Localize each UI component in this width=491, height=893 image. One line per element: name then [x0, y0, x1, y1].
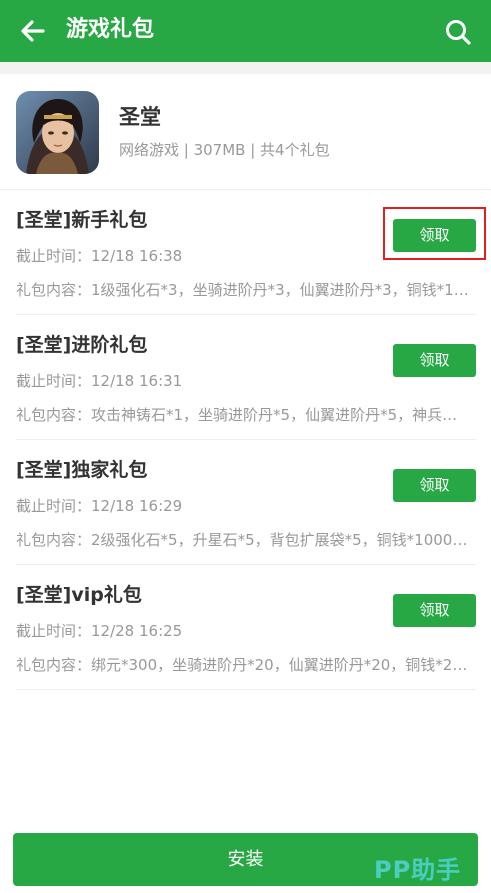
gift-content: 礼包内容：1级强化石*3，坐骑进阶丹*3，仙翼进阶丹*3，铜钱*10000: [16, 281, 470, 299]
gift-content: 礼包内容：2级强化石*5，升星石*5，背包扩展袋*5，铜钱*100000: [16, 531, 470, 549]
game-character-icon: [16, 91, 99, 174]
top-bar: 游戏礼包: [0, 0, 491, 62]
gift-item: [圣堂]进阶礼包 截止时间：12/18 16:31 礼包内容：攻击神铸石*1，坐…: [0, 315, 491, 440]
section-gap: [0, 62, 491, 74]
watermark: PP助手: [374, 856, 462, 884]
gift-title: [圣堂]进阶礼包: [16, 334, 148, 356]
gift-title: [圣堂]vip礼包: [16, 584, 142, 606]
back-arrow-icon: [21, 20, 45, 42]
page-title: 游戏礼包: [66, 17, 155, 42]
claim-button[interactable]: 领取: [393, 469, 476, 502]
gift-item: [圣堂]独家礼包 截止时间：12/18 16:29 礼包内容：2级强化石*5，升…: [0, 440, 491, 565]
search-icon: [446, 20, 471, 45]
gift-content: 礼包内容：攻击神铸石*1，坐骑进阶丹*5，仙翼进阶丹*5，神兵进阶丹*5: [16, 406, 470, 424]
claim-button[interactable]: 领取: [393, 344, 476, 377]
divider: [16, 689, 476, 690]
search-button[interactable]: [444, 18, 472, 46]
game-avatar[interactable]: [16, 91, 99, 174]
gift-deadline: 截止时间：12/18 16:38: [16, 247, 183, 265]
gift-title: [圣堂]独家礼包: [16, 459, 148, 481]
gift-deadline: 截止时间：12/18 16:29: [16, 497, 183, 515]
gift-title: [圣堂]新手礼包: [16, 209, 148, 231]
gift-item: [圣堂]vip礼包 截止时间：12/28 16:25 礼包内容：绑元*300，坐…: [0, 565, 491, 690]
game-meta: 网络游戏 | 307MB | 共4个礼包: [119, 141, 330, 159]
game-name: 圣堂: [119, 105, 161, 129]
back-button[interactable]: [18, 16, 48, 46]
gift-content: 礼包内容：绑元*300，坐骑进阶丹*20，仙翼进阶丹*20，铜钱*200000: [16, 656, 470, 674]
claim-button[interactable]: 领取: [393, 219, 476, 252]
claim-button[interactable]: 领取: [393, 594, 476, 627]
gift-deadline: 截止时间：12/28 16:25: [16, 622, 183, 640]
gift-deadline: 截止时间：12/18 16:31: [16, 372, 183, 390]
game-header: 圣堂 网络游戏 | 307MB | 共4个礼包: [0, 74, 491, 190]
gift-item: [圣堂]新手礼包 截止时间：12/18 16:38 礼包内容：1级强化石*3，坐…: [0, 190, 491, 315]
